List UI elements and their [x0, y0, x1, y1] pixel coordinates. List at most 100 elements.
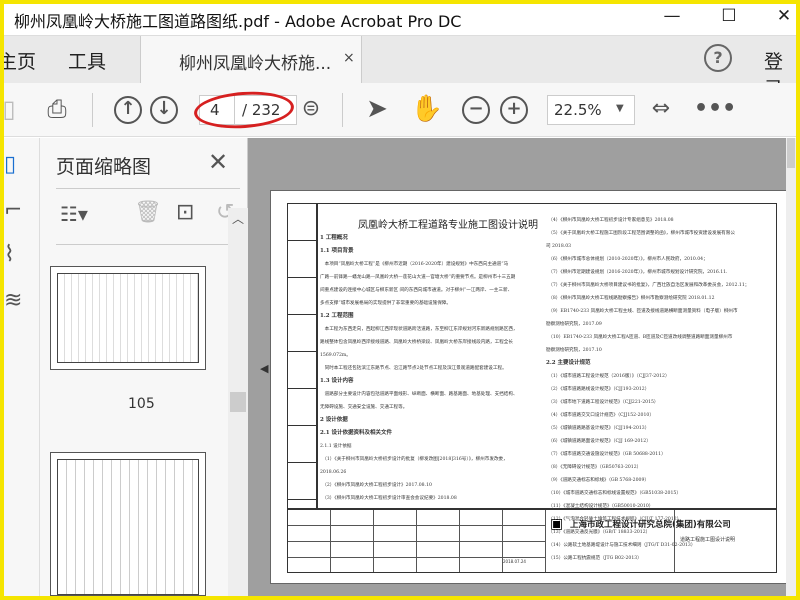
fit-page-icon[interactable]: ⇔: [644, 93, 678, 127]
insert-page-icon[interactable]: ⊡: [176, 200, 194, 225]
pdf-page: 凤凰岭大桥工程道路专业施工图设计说明 1 工程概况 1.1 项目背景 本项目“凤凰…: [270, 190, 790, 584]
text-line: （9）《道路交通标志和标线》（GB 5768-2009）: [546, 478, 649, 483]
close-panel-icon[interactable]: ✕: [208, 148, 228, 176]
text-line: 间重点建设的连接中心城区与柳东新区 间的东西向城市通道。对于柳州“一江两岸、一主…: [320, 288, 513, 293]
text-line: 路线整体包含凤凰岭西岸接线道路、凤凰岭大桥桥梁段、凤凰岭大桥东岸接线段内路，工程…: [320, 340, 513, 345]
drawing-frame: 凤凰岭大桥工程道路专业施工图设计说明 1 工程概况 1.1 项目背景 本项目“凤凰…: [287, 203, 777, 573]
scrollbar-thumb[interactable]: [230, 392, 246, 412]
maximize-button[interactable]: ☐: [709, 6, 749, 32]
text-line: 本项目“凤凰岭大桥工程”是《柳州市近期（2016-2020年）建设规划》中东西向…: [320, 262, 509, 267]
tab-bar: 主页 工具 柳州凤凰岭大桥施... × ? 登录: [4, 35, 796, 100]
minimize-button[interactable]: —: [652, 6, 692, 32]
thumbnail-panel: 页面缩略图 ✕ ☷▾ 🗑 ⊡ ↺ 105 ︿: [40, 138, 248, 596]
divider: [56, 244, 240, 245]
divider: [674, 510, 675, 572]
divider: [92, 93, 93, 127]
page-thumbnail[interactable]: [50, 452, 206, 596]
scrollbar-thumb[interactable]: [787, 138, 795, 168]
text-line: （10）《城市道路交通标志和标线设置规范》（GB51038-2015）: [546, 491, 681, 496]
thumbnail-options-icon[interactable]: ☷▾: [60, 202, 88, 226]
left-text-column: 1 工程概况 1.1 项目背景 本项目“凤凰岭大桥工程”是《柳州市近期（2016-…: [320, 232, 542, 505]
delete-page-icon[interactable]: 🗑: [134, 200, 162, 225]
divider: [56, 188, 240, 189]
thumbnail-drawing: [57, 273, 199, 363]
zoom-out-icon[interactable]: −: [462, 96, 490, 124]
text-line: （7）《关于柳州市凤凰岭大桥项目建议书的批复》，广西壮族自治区发展和改革委员会，…: [546, 283, 750, 288]
thumbnail-scrollbar[interactable]: ︿: [228, 208, 248, 596]
collapse-panel-icon[interactable]: ◀: [260, 362, 268, 375]
zoom-in-icon[interactable]: +: [500, 96, 528, 124]
text-line: （5）《关于凤凰岭大桥工程施工图阶段工程范围调整的函》，柳州市城市投资建设发展有…: [546, 231, 735, 236]
text-line: 同时本工程还包括滨江东路节点、沿江路节点2处节点工程及滨江景观道路配套建设工程。: [320, 366, 507, 371]
company-name: 上海市政工程设计研究总院(集团)有限公司: [570, 520, 731, 530]
toolbar: ▯ ⎙ ↑ ↓ 4 / 232 ⊜ ➤ ✋ − + 22.5% ▼ ⇔ •••: [4, 83, 796, 137]
company-logo-icon: ▣: [550, 516, 564, 532]
previous-page-icon[interactable]: ↑: [114, 96, 142, 124]
text-line: （5）《城镇道路路基设计规范》（CJJ194-2013）: [546, 426, 650, 431]
text-line: （1）《城市道路工程设计规范（2016版）》（CJJ37-2012）: [546, 374, 670, 379]
zoom-marquee-icon[interactable]: ⊜: [294, 93, 328, 127]
panel-title: 页面缩略图: [56, 156, 152, 178]
text-line: 司 2018.03: [546, 244, 572, 249]
hand-tool-icon[interactable]: ✋: [410, 93, 444, 127]
scroll-up-icon[interactable]: ︿: [232, 210, 244, 227]
title-bar: 柳州凤凰岭大桥施工图道路图纸.pdf - Adobe Acrobat Pro D…: [4, 4, 796, 34]
text-line: 1.2 工程范围: [320, 313, 354, 319]
text-line: 勘察测绘研究院，2017.10: [546, 348, 602, 353]
select-cursor-icon[interactable]: ➤: [360, 93, 394, 127]
document-scrollbar[interactable]: [786, 138, 796, 596]
text-line: 勘察测绘研究院，2017.09: [546, 322, 602, 327]
text-line: （6）《柳州市城市总体规划（2010-2020年）》，柳州市人民政府，2010.…: [546, 257, 708, 262]
text-line: （2）《城市道路路线设计规范》（CJJ193-2012）: [546, 387, 650, 392]
help-icon[interactable]: ?: [704, 44, 732, 72]
text-line: 广路—前锋路—蟠龙山路—凤凰岭大桥—莲花山大道—官塘大桥”的重要节点。是柳州市十…: [320, 275, 516, 280]
text-line: （3）《柳州市凤凰岭大桥工程初步设计审查会会议纪要》2018.08: [320, 496, 457, 501]
tab-document[interactable]: 柳州凤凰岭大桥施... ×: [140, 36, 362, 84]
bookmark-icon[interactable]: ⌐: [4, 198, 22, 223]
binding-strip: [288, 204, 318, 508]
text-line: 1569.072m。: [320, 353, 351, 358]
tab-home[interactable]: 主页: [4, 47, 36, 74]
text-line: 道路部分主要设计内容包括道路平面线形、纵断面、横断面、路基路面、地基处理、支挡结…: [320, 392, 518, 397]
text-line: 多点支撑”城市发展格局的实现提供了非常重要的基础设施保障。: [320, 301, 451, 306]
text-line: （8）《无障碍设计规范》（GB50763-2012）: [546, 465, 642, 470]
text-line: 1.1 项目背景: [320, 248, 354, 254]
text-line: （6）《城镇道路路面设计规范》（CJJ 169-2012）: [546, 439, 651, 444]
text-line: （1）《关于柳州市凤凰岭大桥初步设计的批复（柳发改图[2018]316号）》，柳…: [320, 457, 508, 462]
save-icon[interactable]: ▯: [4, 93, 26, 127]
text-line: （7）《城市道路交通设施设计规范》（GB 50688-2011）: [546, 452, 666, 457]
thumbnail-label: 105: [128, 396, 155, 412]
next-page-icon[interactable]: ↓: [150, 96, 178, 124]
page-thumbnail[interactable]: [50, 266, 206, 370]
text-line: 2.1.1 设计依据: [320, 444, 352, 449]
more-tools-icon[interactable]: •••: [694, 93, 736, 127]
attachment-icon[interactable]: ⌇: [4, 242, 15, 267]
document-view: ◀ 凤凰岭大桥工程道路专业施工图设计说明 1 工程概况 1.1 项目背景 本项目“…: [248, 138, 796, 596]
text-line: 本工程为东西走向，西起柳江西岸现状道路跨活道路，东至柳江东岸规划河东新路规划路区…: [320, 327, 518, 332]
text-line: （10）EB1740-233 凤凰岭大桥工程A匝道、B匝道及C匝道改线调整道路断…: [546, 335, 733, 340]
chevron-down-icon: ▼: [616, 103, 624, 114]
text-line: 2 设计依据: [320, 417, 348, 423]
text-line: （4）《柳州市凤凰岭大桥工程初步设计专家组意见》2018.08: [546, 218, 674, 223]
drawing-name: 道路工程施工图设计说明: [680, 537, 736, 543]
zoom-level-dropdown[interactable]: 22.5% ▼: [547, 95, 635, 125]
title-block: 2018.07.24 ▣ 上海市政工程设计研究总院(集团)有限公司 道路工程施工…: [288, 508, 776, 572]
title-block-date: 2018.07.24: [503, 559, 526, 564]
tab-tools[interactable]: 工具: [68, 47, 106, 74]
close-window-button[interactable]: ✕: [764, 6, 796, 32]
acrobat-window: 柳州凤凰岭大桥施工图道路图纸.pdf - Adobe Acrobat Pro D…: [4, 4, 796, 596]
print-icon[interactable]: ⎙: [40, 93, 74, 127]
text-line: （8）《柳州市凤凰岭大桥工程线路勘察报告》柳州市勘察测绘研究院 2018.01.…: [546, 296, 715, 301]
page-thumbnails-icon[interactable]: ▯: [4, 152, 16, 177]
doc-tab-close-button[interactable]: ×: [343, 50, 355, 66]
window-title: 柳州凤凰岭大桥施工图道路图纸.pdf - Adobe Acrobat Pro D…: [14, 12, 462, 31]
text-line: 2.2 主要设计规范: [546, 360, 591, 366]
text-line: 1.3 设计内容: [320, 378, 354, 384]
text-line: （4）《城市道路交叉口设计规范》（CJJ152-2010）: [546, 413, 654, 418]
thumbnail-drawing: [57, 459, 199, 595]
text-line: 1 工程概况: [320, 235, 348, 241]
layers-icon[interactable]: ≋: [4, 288, 22, 313]
text-line: 无障碍设施、交通安全设施、交通工程等。: [320, 405, 408, 410]
text-line: 2.1 设计依据资料及相关文件: [320, 430, 392, 436]
text-line: 2018.06.26: [320, 470, 347, 475]
